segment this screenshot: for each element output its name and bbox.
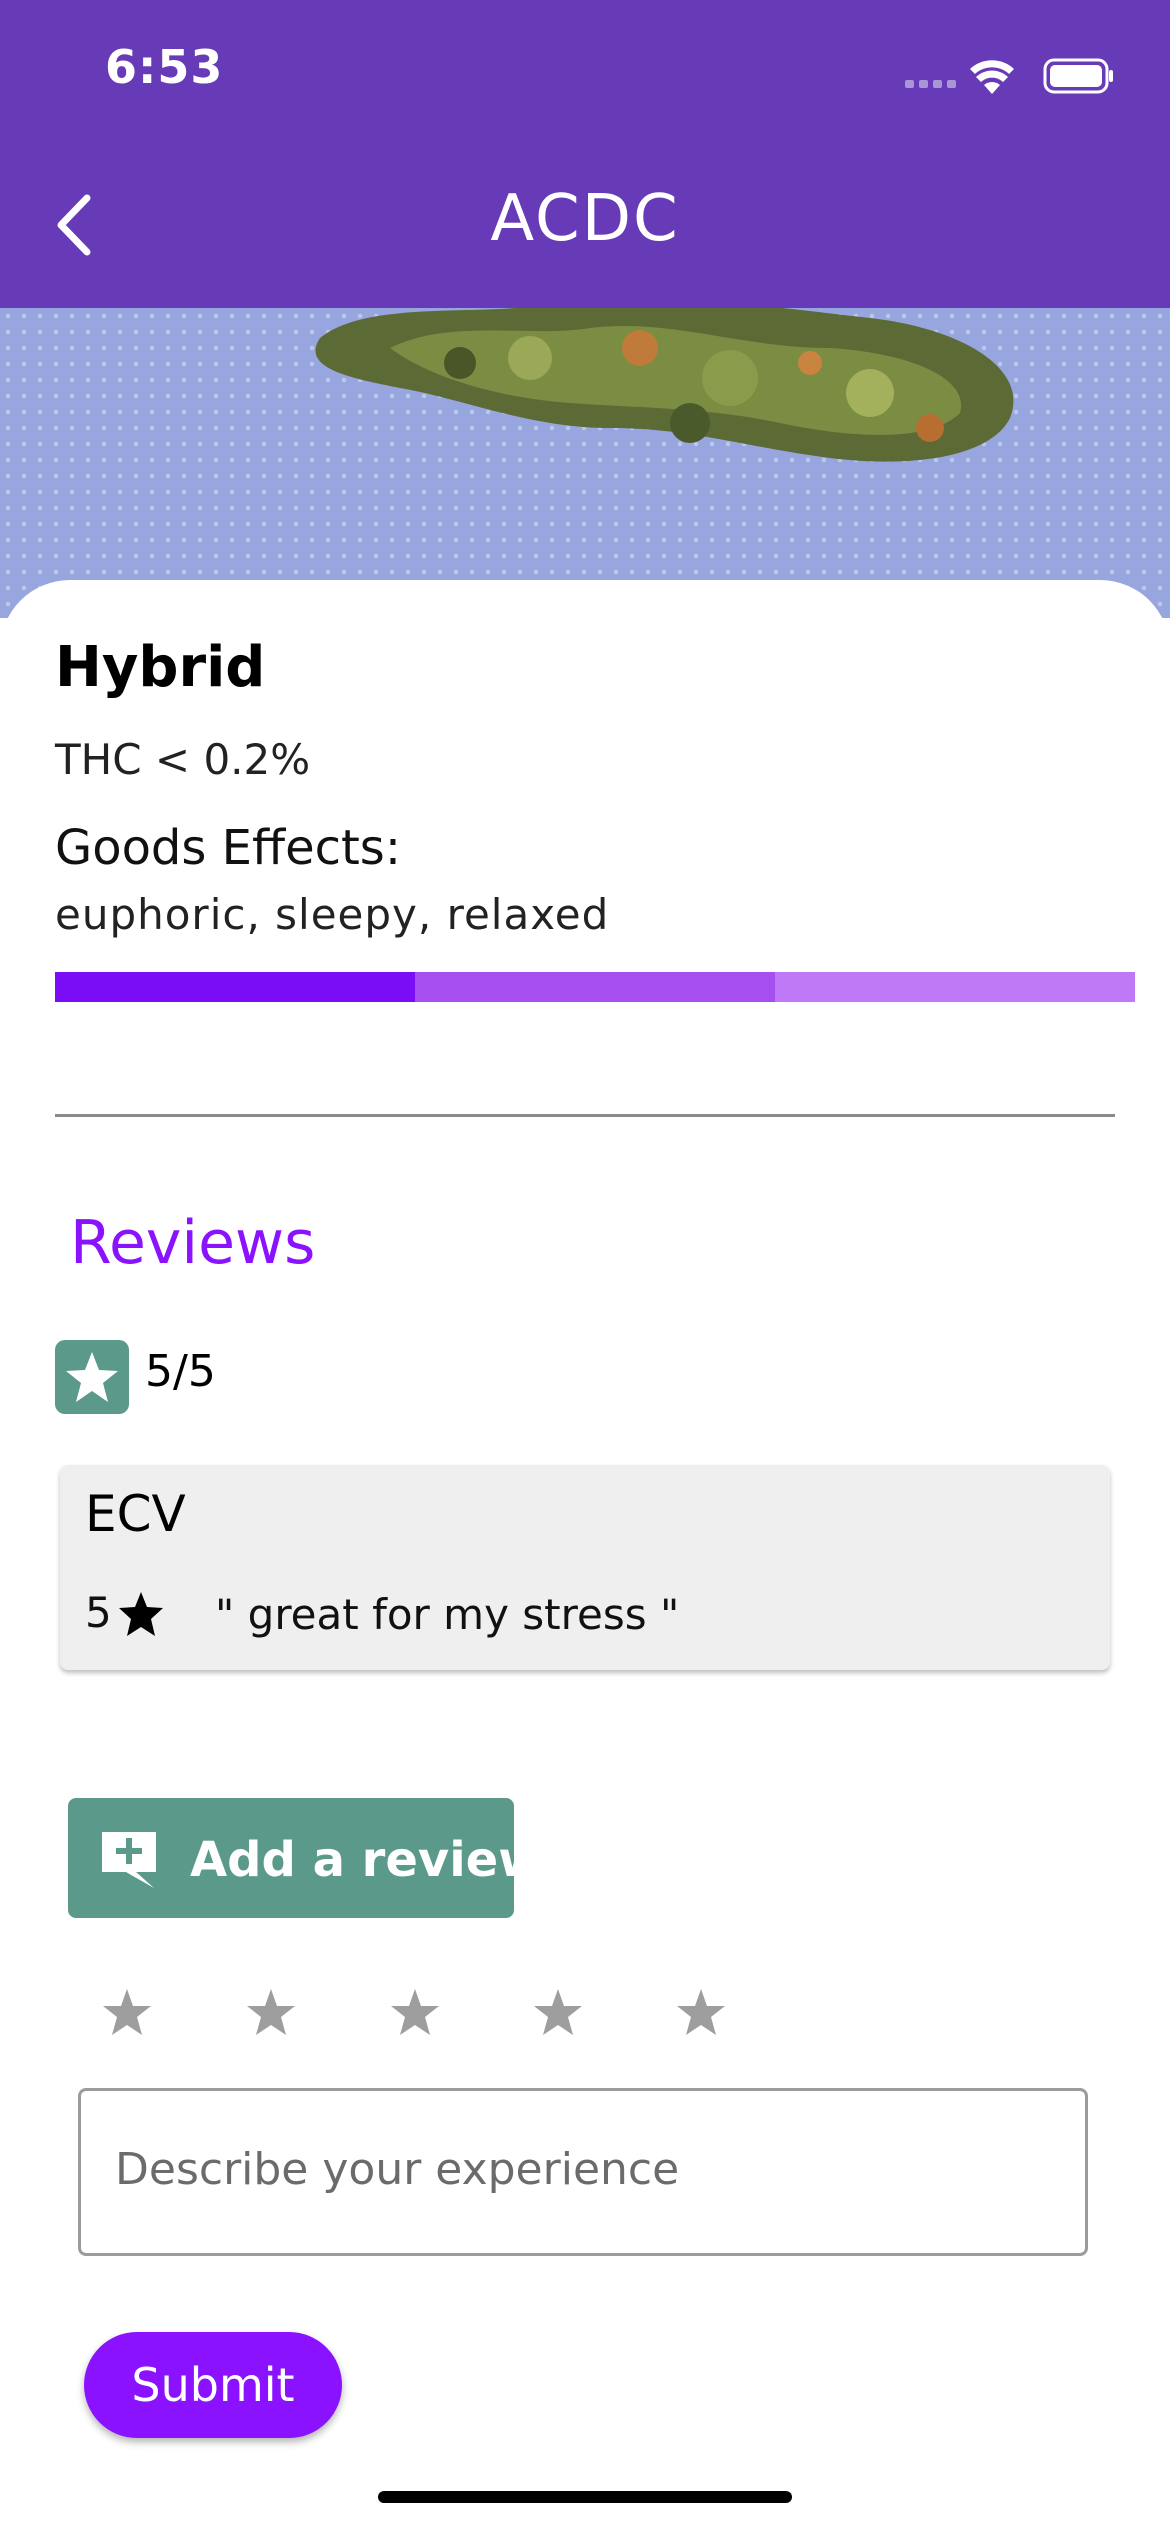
battery-icon	[1043, 58, 1113, 94]
review-text: " great for my stress "	[215, 1590, 680, 1639]
strain-hero-image	[0, 308, 1170, 618]
rating-star-1-icon[interactable]	[99, 1985, 155, 2041]
rating-star-3-icon[interactable]	[387, 1985, 443, 2041]
review-rating: 5	[85, 1588, 112, 1637]
home-indicator[interactable]	[378, 2491, 792, 2503]
rating-star-5-icon[interactable]	[673, 1985, 729, 2041]
rating-star-4-icon[interactable]	[530, 1985, 586, 2041]
effects-list: euphoric, sleepy, relaxed	[55, 890, 610, 939]
page-title: ACDC	[490, 182, 680, 256]
status-icons	[905, 58, 1113, 94]
review-username: ECV	[85, 1485, 186, 1543]
reviews-heading: Reviews	[70, 1208, 316, 1278]
effects-bar-segment-3	[775, 972, 1135, 1002]
star-icon	[66, 1352, 118, 1402]
effects-bar	[55, 972, 1135, 1002]
rating-star-2-icon[interactable]	[243, 1985, 299, 2041]
effects-bar-segment-2	[415, 972, 775, 1002]
average-rating: 5/5	[145, 1346, 216, 1397]
effects-label: Goods Effects:	[55, 820, 401, 876]
cannabis-bud-image	[315, 308, 1014, 462]
rating-badge	[55, 1340, 129, 1414]
add-review-label: Add a review	[190, 1832, 543, 1888]
status-time: 6:53	[105, 40, 224, 94]
star-icon	[119, 1592, 163, 1636]
strain-type: Hybrid	[55, 635, 266, 700]
thc-level: THC < 0.2%	[55, 735, 311, 784]
add-comment-icon	[102, 1832, 156, 1888]
section-divider	[55, 1114, 1115, 1117]
experience-placeholder: Describe your experience	[115, 2144, 680, 2195]
signal-icon	[905, 80, 956, 88]
wifi-icon	[970, 60, 1014, 94]
submit-label: Submit	[131, 2358, 295, 2412]
effects-bar-segment-1	[55, 972, 415, 1002]
review-card	[60, 1465, 1110, 1670]
